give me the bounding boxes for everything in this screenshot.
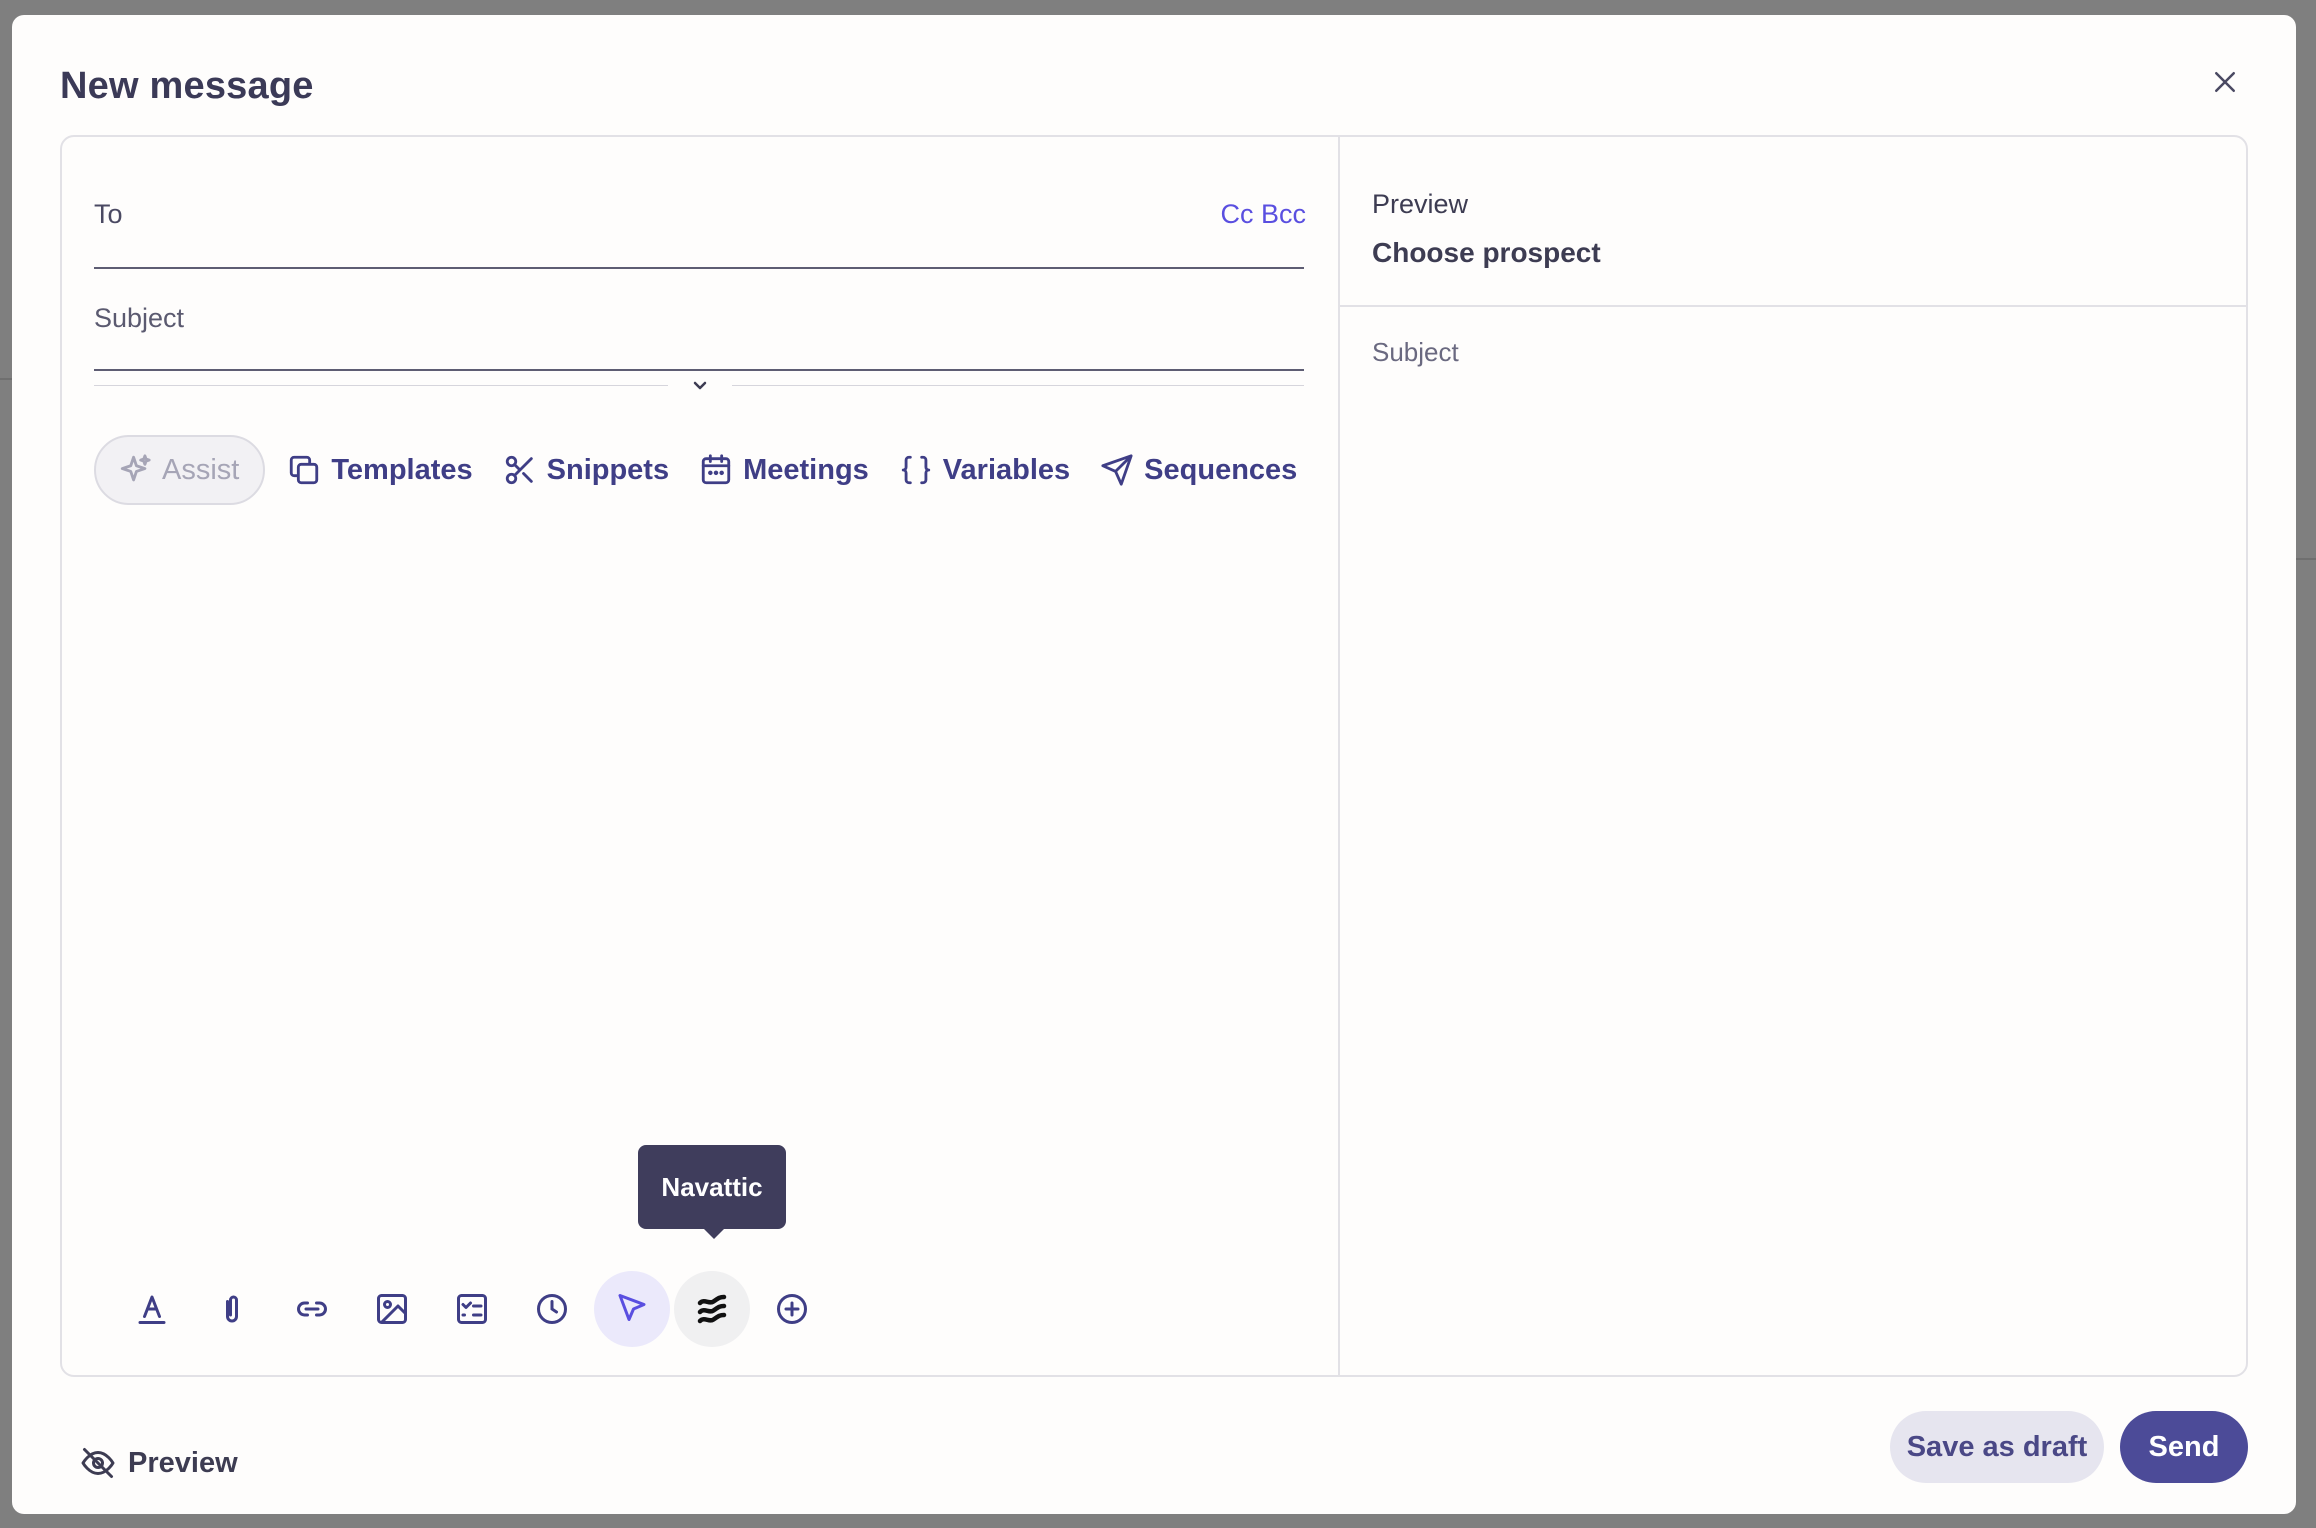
close-button[interactable] bbox=[2203, 60, 2247, 104]
text-format-button[interactable] bbox=[114, 1271, 190, 1347]
preview-toggle-button[interactable]: Preview bbox=[80, 1439, 238, 1487]
text-format-icon bbox=[138, 1295, 166, 1324]
to-field[interactable]: To bbox=[94, 199, 123, 230]
subject-field-underline bbox=[94, 369, 1304, 371]
navattic-icon bbox=[697, 1294, 727, 1324]
templates-button[interactable]: Templates bbox=[279, 435, 480, 505]
add-circle-icon bbox=[777, 1294, 807, 1324]
send-button[interactable]: Send bbox=[2120, 1411, 2248, 1483]
subject-field[interactable]: Subject bbox=[94, 303, 184, 334]
attach-button[interactable] bbox=[194, 1271, 270, 1347]
expand-divider bbox=[94, 385, 668, 386]
to-field-underline bbox=[94, 267, 1304, 269]
schedule-button[interactable] bbox=[514, 1271, 590, 1347]
assist-label: Assist bbox=[162, 453, 240, 486]
task-list-icon bbox=[457, 1294, 487, 1324]
expand-divider bbox=[732, 385, 1304, 386]
compose-panel: To Cc Bcc Subject Assist Templates Snipp… bbox=[60, 135, 2248, 1377]
modal-title: New message bbox=[60, 65, 314, 107]
clock-icon bbox=[537, 1294, 567, 1324]
chevron-down-icon bbox=[693, 381, 707, 390]
preview-heading: Preview bbox=[1372, 189, 1469, 219]
snippets-label: Snippets bbox=[546, 453, 670, 486]
snippets-button[interactable]: Snippets bbox=[495, 435, 677, 505]
panel-divider bbox=[1338, 137, 1340, 1375]
navattic-button[interactable] bbox=[674, 1271, 750, 1347]
paperclip-icon bbox=[226, 1295, 238, 1323]
add-button[interactable] bbox=[754, 1271, 830, 1347]
meetings-button[interactable]: Meetings bbox=[691, 435, 877, 505]
image-icon bbox=[377, 1294, 407, 1324]
sequences-label: Sequences bbox=[1144, 453, 1298, 486]
save-draft-button[interactable]: Save as draft bbox=[1890, 1411, 2104, 1483]
templates-label: Templates bbox=[331, 453, 473, 486]
send-icon bbox=[1101, 454, 1133, 486]
variables-label: Variables bbox=[942, 453, 1071, 486]
braces-icon bbox=[901, 455, 930, 485]
compose-toolbar: Assist Templates Snippets Meetings Varia… bbox=[94, 435, 1305, 505]
new-message-modal: New message To Cc Bcc Subject Assist Tem… bbox=[12, 15, 2296, 1514]
navattic-tooltip: Navattic bbox=[638, 1145, 786, 1229]
choose-prospect-button[interactable]: Choose prospect bbox=[1372, 237, 1601, 269]
calendar-icon bbox=[701, 454, 731, 485]
backdrop-line bbox=[2296, 558, 2316, 560]
expand-toggle[interactable] bbox=[688, 373, 712, 397]
preview-divider bbox=[1340, 305, 2248, 307]
sparkle-icon bbox=[120, 454, 151, 482]
image-button[interactable] bbox=[354, 1271, 430, 1347]
link-button[interactable] bbox=[274, 1271, 350, 1347]
preview-subject: Subject bbox=[1372, 337, 1459, 367]
assist-button[interactable]: Assist bbox=[94, 435, 266, 505]
copy-icon bbox=[290, 455, 319, 485]
close-icon bbox=[2215, 72, 2235, 92]
cc-bcc-link[interactable]: Cc Bcc bbox=[1220, 199, 1306, 230]
task-button[interactable] bbox=[434, 1271, 510, 1347]
cursor-button[interactable] bbox=[594, 1271, 670, 1347]
eye-off-icon bbox=[81, 1448, 115, 1478]
preview-toggle-label: Preview bbox=[128, 1446, 238, 1479]
scissors-icon bbox=[505, 455, 533, 485]
meetings-label: Meetings bbox=[743, 453, 869, 486]
variables-button[interactable]: Variables bbox=[891, 435, 1078, 505]
sequences-button[interactable]: Sequences bbox=[1092, 435, 1305, 505]
formatting-toolbar bbox=[114, 1271, 830, 1347]
link-icon bbox=[297, 1301, 327, 1317]
tooltip-arrow bbox=[702, 1227, 726, 1239]
backdrop-line bbox=[0, 378, 12, 380]
cursor-icon bbox=[618, 1294, 646, 1321]
